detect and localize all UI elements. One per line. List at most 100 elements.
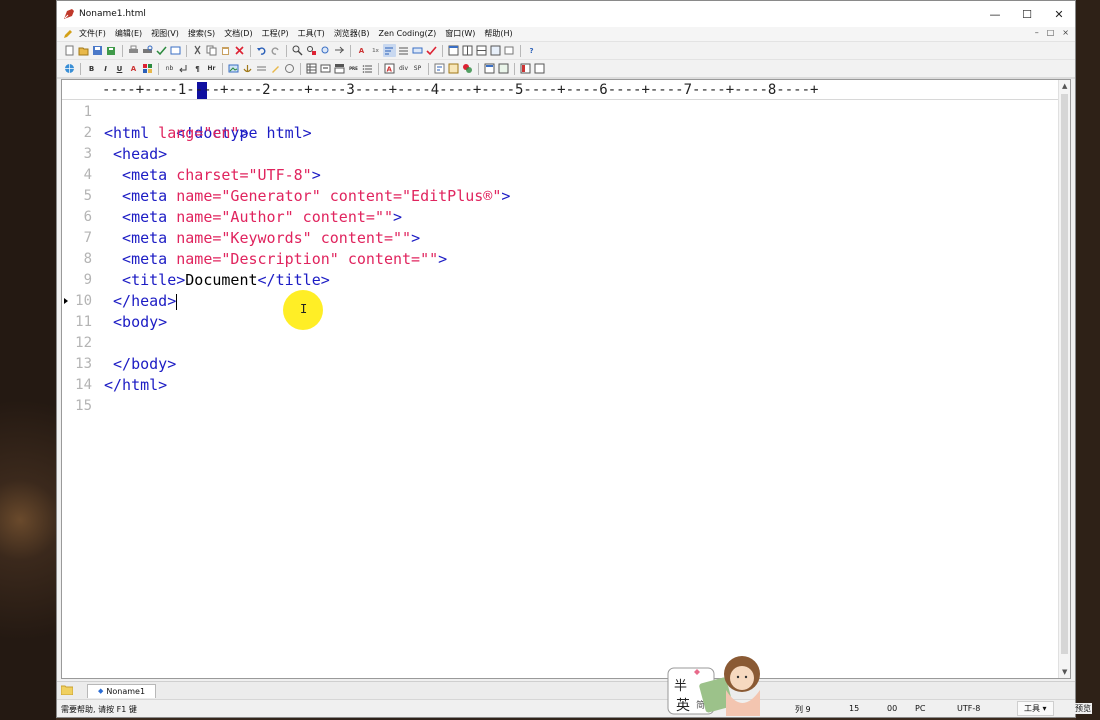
highlighter-icon[interactable] [269,62,282,75]
help-icon[interactable]: ? [525,44,538,57]
font-scale-icon[interactable]: 1x [369,44,382,57]
comment-icon[interactable] [283,62,296,75]
editplus-app-icon [64,9,74,19]
find-in-files-icon[interactable] [319,44,332,57]
editplus-window: Noname1.html — ☐ ✕ 文件(F) 编辑(E) 视图(V) 搜索(… [56,0,1076,718]
goto-line-icon[interactable] [333,44,346,57]
print-preview-icon[interactable] [141,44,154,57]
menu-zen-coding[interactable]: Zen Coding(Z) [379,28,437,40]
toolbar-separator [222,62,223,75]
horizontal-rule-button[interactable]: Hr [205,62,218,75]
ruler-icon[interactable] [411,44,424,57]
paste-icon[interactable] [219,44,232,57]
code-line: <body> [104,312,167,333]
menu-project[interactable]: 工程(P) [262,28,289,40]
font-color-button[interactable]: A [127,62,140,75]
undo-icon[interactable] [255,44,268,57]
frame-icon[interactable] [333,62,346,75]
underline-button[interactable]: U [113,62,126,75]
paragraph-button[interactable]: ¶ [191,62,204,75]
code-token: > [239,124,249,142]
mdi-minimize-button[interactable]: – [1035,28,1039,37]
save-icon[interactable] [91,44,104,57]
cut-icon[interactable] [191,44,204,57]
status-tools-dropdown[interactable]: 工具 ▾ [1017,701,1054,716]
font-tag-icon[interactable]: A [383,62,396,75]
italic-button[interactable]: I [99,62,112,75]
color-picker-icon[interactable] [141,62,154,75]
code-line: <meta name="Description" content=""> [104,249,447,270]
find-icon[interactable] [291,44,304,57]
menu-document[interactable]: 文档(D) [224,28,252,40]
css-icon[interactable] [433,62,446,75]
line-number-icon[interactable] [397,44,410,57]
menu-edit[interactable]: 编辑(E) [115,28,142,40]
new-file-icon[interactable] [63,44,76,57]
menu-tools[interactable]: 工具(T) [298,28,325,40]
window-cascade-icon[interactable] [447,44,460,57]
window-tile-icon[interactable] [461,44,474,57]
menu-help[interactable]: 帮助(H) [484,28,512,40]
delete-icon[interactable] [233,44,246,57]
minimize-button[interactable]: — [979,1,1011,27]
list-icon[interactable] [361,62,374,75]
cliptext-icon[interactable] [519,62,532,75]
preformatted-button[interactable]: PRE [347,62,360,75]
toolbar-separator [158,62,159,75]
table-icon[interactable] [305,62,318,75]
close-button[interactable]: ✕ [1043,1,1075,27]
html-preview-icon[interactable] [483,62,496,75]
check-icon[interactable] [425,44,438,57]
marquee-icon[interactable] [255,62,268,75]
fullscreen-icon[interactable] [489,44,502,57]
globe-icon[interactable] [63,62,76,75]
tab-noname1[interactable]: ◆ Noname1 [87,684,157,698]
menu-browser[interactable]: 浏览器(B) [334,28,370,40]
image-icon[interactable] [227,62,240,75]
word-wrap-icon[interactable] [383,44,396,57]
print-icon[interactable] [127,44,140,57]
document-selector-icon[interactable] [503,44,516,57]
nbsp-button[interactable]: nb [163,62,176,75]
menu-window[interactable]: 窗口(W) [445,28,475,40]
open-folder-icon[interactable] [77,44,90,57]
div-button[interactable]: div [397,62,410,75]
directory-icon[interactable] [533,62,546,75]
scroll-up-icon[interactable]: ▲ [1062,82,1067,90]
code-token: > [393,208,403,226]
menu-view[interactable]: 视图(V) [151,28,179,40]
span-button[interactable]: SP [411,62,424,75]
vertical-scrollbar[interactable]: ▲ ▼ [1058,80,1070,678]
anchor-icon[interactable] [241,62,254,75]
window-tile-horizontal-icon[interactable] [475,44,488,57]
color-wheel-icon[interactable] [461,62,474,75]
form-icon[interactable] [319,62,332,75]
mdi-restore-button[interactable]: □ [1047,28,1055,37]
line-break-icon[interactable] [177,62,190,75]
scroll-down-icon[interactable]: ▼ [1062,668,1067,676]
folder-icon[interactable] [61,685,73,695]
code-editor[interactable]: ----+----1----+----2----+----3----+----4… [61,79,1071,679]
code-line: <meta charset="UTF-8"> [104,165,321,186]
status-preview-button[interactable]: 预览 [1074,703,1092,714]
code-token: "" [374,208,393,226]
maximize-button[interactable]: ☐ [1011,1,1043,27]
code-token: <meta [104,208,168,226]
bold-button[interactable]: B [85,62,98,75]
mdi-close-button[interactable]: × [1062,28,1069,37]
code-token: </title> [257,271,330,289]
menu-search[interactable]: 搜索(S) [188,28,215,40]
replace-icon[interactable] [305,44,318,57]
font-size-icon[interactable]: A [355,44,368,57]
spell-check-icon[interactable] [155,44,168,57]
save-all-icon[interactable] [105,44,118,57]
code-token: content= [320,187,403,205]
script-icon[interactable] [447,62,460,75]
redo-icon[interactable] [269,44,282,57]
copy-icon[interactable] [205,44,218,57]
menu-file[interactable]: 文件(F) [79,28,106,40]
output-window-icon[interactable] [497,62,510,75]
scrollbar-thumb[interactable] [1061,94,1068,654]
browser-icon[interactable] [169,44,182,57]
code-token: > [501,187,511,205]
